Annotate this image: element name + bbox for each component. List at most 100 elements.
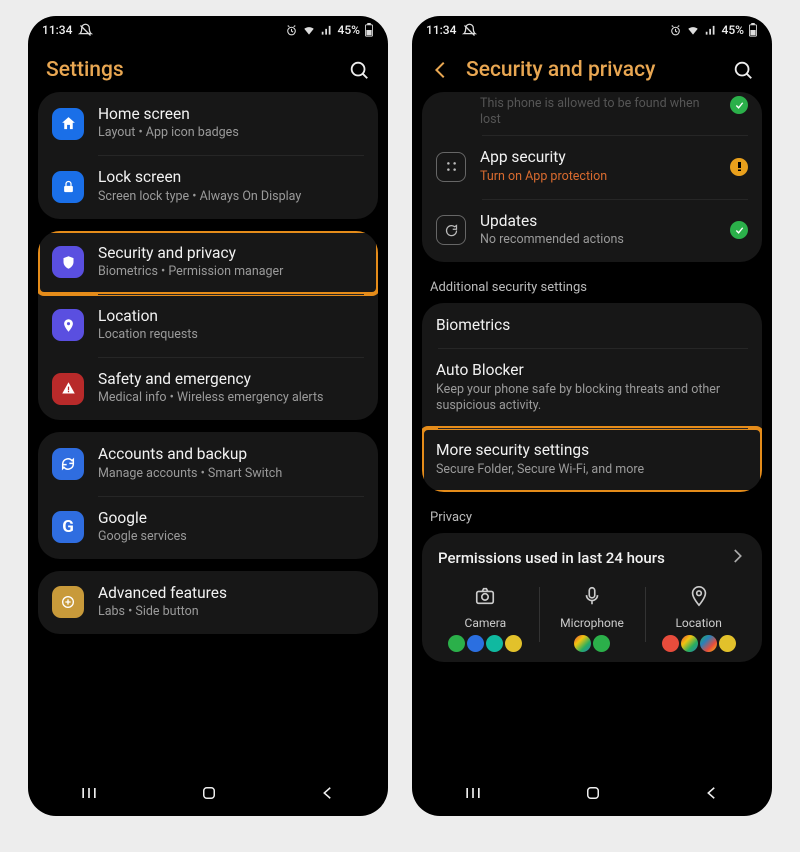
search-button[interactable] <box>732 59 754 81</box>
status-time: 11:34 <box>42 23 72 37</box>
permissions-grid: Camera Microphone Location <box>422 575 762 662</box>
card: Home screen Layout • App icon badges Loc… <box>38 92 378 219</box>
row-title: Google <box>98 509 364 528</box>
settings-list: Home screen Layout • App icon badges Loc… <box>28 92 388 774</box>
row-sub: Layout • App icon badges <box>98 125 364 142</box>
row-title: Biometrics <box>436 316 748 335</box>
row-sub: Keep your phone safe by blocking threats… <box>436 382 748 416</box>
row-app-security[interactable]: App security Turn on App protection <box>422 135 762 198</box>
row-biometrics[interactable]: Biometrics <box>422 303 762 348</box>
home-icon <box>52 108 84 140</box>
section-privacy: Privacy <box>422 504 762 533</box>
nav-home[interactable] <box>584 784 602 806</box>
status-bar: 11:34 45% <box>28 16 388 44</box>
perm-label: Camera <box>465 616 507 630</box>
sync-icon <box>52 448 84 480</box>
battery-icon <box>748 23 758 37</box>
pin-icon <box>52 309 84 341</box>
refresh-icon <box>436 215 466 245</box>
card: This phone is allowed to be found when l… <box>422 92 762 262</box>
spacer <box>436 96 466 106</box>
check-icon <box>730 96 748 114</box>
row-title: Security and privacy <box>98 244 364 263</box>
row-sub: Location requests <box>98 327 364 344</box>
permissions-title: Permissions used in last 24 hours <box>438 549 665 567</box>
card: Accounts and backup Manage accounts • Sm… <box>38 432 378 559</box>
android-navbar <box>28 774 388 816</box>
row-sub: Manage accounts • Smart Switch <box>98 466 364 483</box>
wifi-icon <box>302 23 316 37</box>
row-title: Accounts and backup <box>98 445 364 464</box>
row-lock-screen[interactable]: Lock screen Screen lock type • Always On… <box>38 155 378 218</box>
row-sub: Secure Folder, Secure Wi-Fi, and more <box>436 462 748 479</box>
search-button[interactable] <box>348 59 370 81</box>
card-permissions: Permissions used in last 24 hours Camera… <box>422 533 762 662</box>
lock-icon <box>52 171 84 203</box>
header: Settings <box>28 44 388 92</box>
shield-icon <box>52 246 84 278</box>
row-title: Location <box>98 307 364 326</box>
perm-location[interactable]: Location <box>645 581 752 660</box>
card: Security and privacy Biometrics • Permis… <box>38 231 378 421</box>
row-sub: Medical info • Wireless emergency alerts <box>98 390 364 407</box>
row-title: Advanced features <box>98 584 364 603</box>
nav-back[interactable] <box>703 784 721 806</box>
android-navbar <box>412 774 772 816</box>
row-sub: Biometrics • Permission manager <box>98 264 364 281</box>
row-title: Home screen <box>98 105 364 124</box>
alarm-icon <box>669 24 682 37</box>
row-updates[interactable]: Updates No recommended actions <box>422 199 762 262</box>
row-sub: Turn on App protection <box>480 169 716 186</box>
signal-icon <box>704 23 718 37</box>
phone-settings: 11:34 45% Settings Home scre <box>28 16 388 816</box>
section-additional: Additional security settings <box>422 274 762 303</box>
row-location[interactable]: Location Location requests <box>38 294 378 357</box>
status-bar: 11:34 45% <box>412 16 772 44</box>
dnd-icon <box>462 23 477 38</box>
camera-icon <box>474 585 496 611</box>
perm-label: Location <box>675 616 721 630</box>
status-battery: 45% <box>338 23 360 37</box>
nav-back[interactable] <box>319 784 337 806</box>
back-button[interactable] <box>430 59 452 81</box>
perm-label: Microphone <box>560 616 624 630</box>
app-chips <box>448 635 522 652</box>
alert-icon <box>52 373 84 405</box>
status-battery: 45% <box>722 23 744 37</box>
signal-icon <box>320 23 334 37</box>
perm-camera[interactable]: Camera <box>432 581 539 660</box>
row-safety-emergency[interactable]: Safety and emergency Medical info • Wire… <box>38 357 378 420</box>
row-accounts-backup[interactable]: Accounts and backup Manage accounts • Sm… <box>38 432 378 495</box>
row-sub: This phone is allowed to be found when l… <box>480 96 716 127</box>
warning-icon <box>730 158 748 176</box>
row-security-privacy[interactable]: Security and privacy Biometrics • Permis… <box>38 231 378 294</box>
status-time: 11:34 <box>426 23 456 37</box>
row-auto-blocker[interactable]: Auto Blocker Keep your phone safe by blo… <box>422 348 762 428</box>
location-icon <box>688 585 710 611</box>
page-title: Settings <box>46 58 334 82</box>
row-find-phone-cutoff[interactable]: This phone is allowed to be found when l… <box>422 92 762 135</box>
row-title: Safety and emergency <box>98 370 364 389</box>
row-advanced-features[interactable]: Advanced features Labs • Side button <box>38 571 378 634</box>
row-permissions-24h[interactable]: Permissions used in last 24 hours <box>422 533 762 575</box>
row-sub: Google services <box>98 529 364 546</box>
row-title: Updates <box>480 212 716 231</box>
card: Biometrics Auto Blocker Keep your phone … <box>422 303 762 492</box>
app-chips <box>574 635 610 652</box>
phone-security: 11:34 45% Security and privacy This <box>412 16 772 816</box>
row-google[interactable]: G Google Google services <box>38 496 378 559</box>
app-chips <box>662 635 736 652</box>
nav-recents[interactable] <box>463 783 483 807</box>
row-title: Auto Blocker <box>436 361 748 380</box>
row-home-screen[interactable]: Home screen Layout • App icon badges <box>38 92 378 155</box>
perm-microphone[interactable]: Microphone <box>539 581 646 660</box>
row-title: App security <box>480 148 716 167</box>
nav-recents[interactable] <box>79 783 99 807</box>
row-sub: Labs • Side button <box>98 604 364 621</box>
plus-icon <box>52 586 84 618</box>
row-more-security-settings[interactable]: More security settings Secure Folder, Se… <box>422 428 762 491</box>
battery-icon <box>364 23 374 37</box>
page-title: Security and privacy <box>466 58 718 82</box>
nav-home[interactable] <box>200 784 218 806</box>
row-title: Lock screen <box>98 168 364 187</box>
